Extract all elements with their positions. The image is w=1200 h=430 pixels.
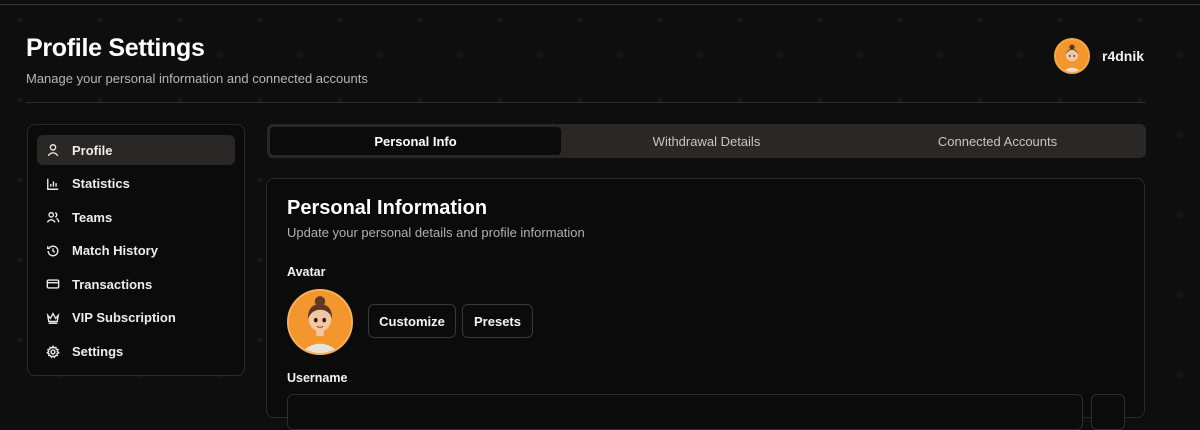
gear-icon [46, 344, 60, 359]
username-field[interactable] [287, 394, 1083, 430]
sidebar-item-label: Match History [72, 243, 158, 259]
sidebar-item-profile[interactable]: Profile [37, 135, 235, 165]
cartoon-avatar-icon [1056, 40, 1088, 72]
sidebar-item-match-history[interactable]: Match History [37, 236, 235, 266]
sidebar-item-label: Statistics [72, 176, 130, 192]
avatar[interactable] [1054, 38, 1090, 74]
sidebar: Profile Statistics Teams Match History T… [27, 124, 245, 376]
sidebar-item-settings[interactable]: Settings [37, 337, 235, 367]
sidebar-item-statistics[interactable]: Statistics [37, 169, 235, 199]
sidebar-item-label: Profile [72, 142, 113, 158]
cartoon-avatar-icon [289, 291, 351, 353]
page-header: Profile Settings Manage your personal in… [26, 34, 368, 86]
section-subtitle: Update your personal details and profile… [287, 225, 585, 240]
personal-info-card: Personal Information Update your persona… [266, 178, 1145, 430]
page-title: Profile Settings [26, 34, 205, 62]
bar-chart-icon [46, 177, 60, 191]
user-menu[interactable]: r4dnik [1054, 38, 1144, 74]
user-icon [46, 143, 60, 157]
username-action-button[interactable] [1091, 394, 1125, 430]
users-icon [46, 210, 60, 224]
tab-connected-accounts[interactable]: Connected Accounts [852, 127, 1143, 155]
sidebar-item-teams[interactable]: Teams [37, 202, 235, 232]
sidebar-item-label: Settings [72, 344, 124, 360]
tab-personal-info[interactable]: Personal Info [270, 127, 561, 155]
tab-withdrawal-details[interactable]: Withdrawal Details [561, 127, 852, 155]
username: r4dnik [1102, 48, 1145, 64]
avatar-preview [287, 289, 353, 355]
username-label: Username [287, 371, 348, 385]
presets-button[interactable]: Presets [462, 304, 533, 338]
credit-card-icon [46, 277, 60, 291]
sidebar-item-vip-subscription[interactable]: VIP Subscription [37, 303, 235, 333]
crown-icon [46, 311, 60, 325]
history-icon [46, 244, 60, 258]
sidebar-item-label: Teams [72, 209, 113, 225]
customize-button[interactable]: Customize [368, 304, 456, 338]
tab-bar: Personal Info Withdrawal Details Connect… [267, 124, 1146, 158]
top-border [0, 4, 1200, 5]
page-subtitle: Manage your personal information and con… [26, 71, 368, 86]
sidebar-item-label: VIP Subscription [72, 310, 176, 326]
sidebar-item-label: Transactions [72, 276, 153, 292]
header-divider [26, 102, 1146, 103]
avatar-label: Avatar [287, 265, 326, 279]
section-title: Personal Information [287, 197, 488, 219]
sidebar-item-transactions[interactable]: Transactions [37, 269, 235, 299]
